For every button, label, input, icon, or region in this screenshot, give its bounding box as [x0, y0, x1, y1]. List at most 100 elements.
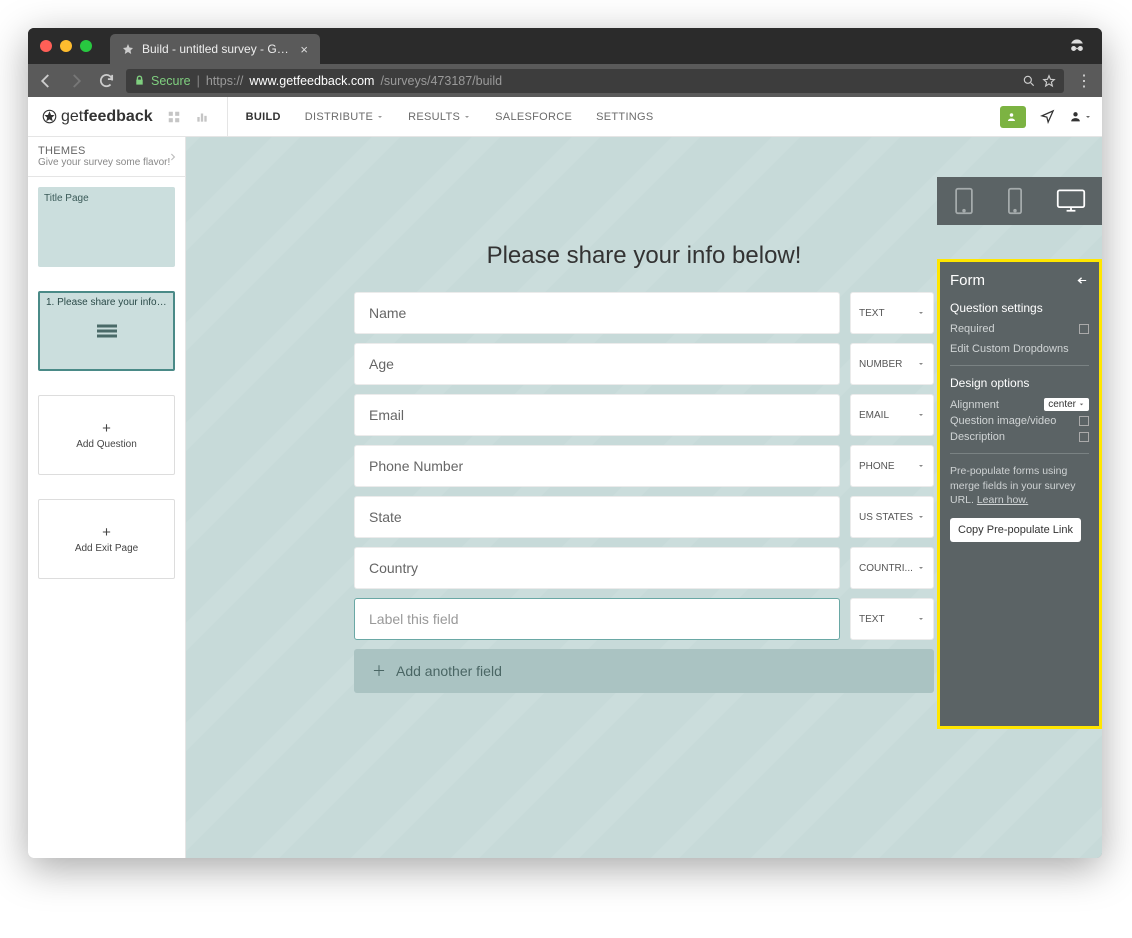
- survey-form: Please share your info below! NameTEXTAg…: [354, 242, 934, 693]
- forward-button[interactable]: [66, 71, 86, 91]
- lock-icon: [134, 74, 145, 87]
- desktop-preview-icon[interactable]: [1056, 188, 1086, 214]
- bookmark-star-icon[interactable]: [1042, 74, 1056, 88]
- browser-window: Build - untitled survey - GetFe... × Sec…: [28, 28, 1102, 858]
- themes-subtitle: Give your survey some flavor!: [38, 157, 175, 168]
- close-window-icon[interactable]: [40, 40, 52, 52]
- add-exit-page-button[interactable]: + Add Exit Page: [38, 499, 175, 579]
- maximize-window-icon[interactable]: [80, 40, 92, 52]
- description-checkbox[interactable]: [1079, 432, 1089, 442]
- copy-prepopulate-link-button[interactable]: Copy Pre-populate Link: [950, 518, 1081, 542]
- field-label-input[interactable]: Email: [354, 394, 840, 436]
- browser-tab[interactable]: Build - untitled survey - GetFe... ×: [110, 34, 320, 64]
- edit-dropdowns-link[interactable]: Edit Custom Dropdowns: [950, 343, 1069, 355]
- app-logo[interactable]: getfeedback: [42, 108, 153, 126]
- field-label-input[interactable]: Phone Number: [354, 445, 840, 487]
- field-type-select[interactable]: EMAIL: [850, 394, 934, 436]
- description-label: Description: [950, 431, 1005, 443]
- chevron-down-icon: [376, 113, 384, 121]
- tab-title: Build - untitled survey - GetFe...: [142, 42, 292, 56]
- chevron-down-icon: [917, 360, 925, 368]
- required-checkbox[interactable]: [1079, 324, 1089, 334]
- section-design-options: Design options: [950, 376, 1089, 390]
- add-another-field-button[interactable]: ＋ Add another field: [354, 649, 934, 693]
- page-thumb-question-1[interactable]: 1. Please share your info bel...: [38, 291, 175, 371]
- logo-text-2: feedback: [83, 108, 152, 125]
- chevron-down-icon: [1078, 401, 1085, 408]
- panel-back-icon[interactable]: [1076, 275, 1089, 286]
- user-menu[interactable]: [1069, 110, 1092, 123]
- chevron-down-icon: [463, 113, 471, 121]
- star-circle-icon: [42, 109, 57, 124]
- field-type-select[interactable]: US STATES: [850, 496, 934, 538]
- user-icon: [1069, 110, 1082, 123]
- survey-question-title: Please share your info below!: [354, 242, 934, 270]
- field-type-select[interactable]: TEXT: [850, 292, 934, 334]
- nav-build[interactable]: BUILD: [246, 111, 281, 123]
- nav-salesforce[interactable]: SALESFORCE: [495, 111, 572, 123]
- star-icon: [122, 43, 134, 55]
- minimize-window-icon[interactable]: [60, 40, 72, 52]
- plus-icon: ＋: [372, 661, 386, 681]
- app-shell: getfeedback BUILD DISTRIBUTE RESULTS SAL…: [28, 97, 1102, 858]
- field-label-input[interactable]: Age: [354, 343, 840, 385]
- chevron-down-icon: [917, 411, 925, 419]
- chevron-down-icon: [917, 513, 925, 521]
- nav-settings[interactable]: SETTINGS: [596, 111, 653, 123]
- field-label-input[interactable]: Country: [354, 547, 840, 589]
- nav-results[interactable]: RESULTS: [408, 111, 471, 123]
- chevron-down-icon: [917, 615, 925, 623]
- phone-preview-icon[interactable]: [1007, 187, 1023, 215]
- secure-label: Secure: [151, 74, 191, 88]
- divider: [227, 97, 228, 137]
- new-field-type-select[interactable]: TEXT: [850, 598, 934, 640]
- field-label-input[interactable]: State: [354, 496, 840, 538]
- browser-toolbar: Secure | https://www.getfeedback.com/sur…: [28, 64, 1102, 97]
- field-type-select[interactable]: PHONE: [850, 445, 934, 487]
- new-field-label-input[interactable]: Label this field: [354, 598, 840, 640]
- alignment-select[interactable]: center: [1044, 398, 1089, 411]
- divider: [950, 453, 1089, 454]
- field-type-select[interactable]: NUMBER: [850, 343, 934, 385]
- main-nav: BUILD DISTRIBUTE RESULTS SALESFORCE SETT…: [246, 111, 654, 123]
- image-video-label: Question image/video: [950, 415, 1056, 427]
- chevron-down-icon: [917, 462, 925, 470]
- url-scheme: https://: [206, 74, 244, 88]
- survey-canvas: Please share your info below! NameTEXTAg…: [186, 137, 1102, 858]
- nav-distribute[interactable]: DISTRIBUTE: [305, 111, 384, 123]
- address-bar[interactable]: Secure | https://www.getfeedback.com/sur…: [126, 69, 1064, 93]
- browser-menu-icon[interactable]: ⋮: [1074, 71, 1094, 91]
- app-header: getfeedback BUILD DISTRIBUTE RESULTS SAL…: [28, 97, 1102, 137]
- zoom-icon[interactable]: [1022, 74, 1036, 88]
- window-controls[interactable]: [40, 40, 92, 52]
- logo-text-1: get: [61, 108, 83, 125]
- back-button[interactable]: [36, 71, 56, 91]
- close-tab-icon[interactable]: ×: [300, 42, 308, 57]
- themes-title: THEMES: [38, 145, 175, 157]
- themes-header[interactable]: THEMES Give your survey some flavor!: [28, 137, 185, 177]
- url-host: www.getfeedback.com: [249, 74, 374, 88]
- grid-view-icon[interactable]: [167, 110, 181, 124]
- form-icon: [97, 325, 117, 338]
- browser-tab-strip: Build - untitled survey - GetFe... ×: [28, 28, 1102, 64]
- tablet-preview-icon[interactable]: [953, 187, 975, 215]
- field-type-select[interactable]: COUNTRI...: [850, 547, 934, 589]
- send-icon[interactable]: [1040, 109, 1055, 124]
- alignment-label: Alignment: [950, 399, 999, 411]
- divider: [950, 365, 1089, 366]
- form-settings-panel: Form Question settings Required Edit Cus…: [937, 259, 1102, 729]
- learn-how-link[interactable]: Learn how.: [977, 494, 1028, 506]
- field-label-input[interactable]: Name: [354, 292, 840, 334]
- add-user-button[interactable]: [1000, 106, 1026, 128]
- sidebar: THEMES Give your survey some flavor! Tit…: [28, 137, 186, 858]
- page-thumb-title[interactable]: Title Page: [38, 187, 175, 267]
- bar-chart-icon[interactable]: [195, 110, 209, 124]
- reload-button[interactable]: [96, 71, 116, 91]
- chevron-down-icon: [1084, 113, 1092, 121]
- add-question-button[interactable]: + Add Question: [38, 395, 175, 475]
- url-path: /surveys/473187/build: [380, 74, 502, 88]
- device-preview-bar: [937, 177, 1102, 225]
- image-video-checkbox[interactable]: [1079, 416, 1089, 426]
- chevron-down-icon: [917, 564, 925, 572]
- chevron-down-icon: [917, 309, 925, 317]
